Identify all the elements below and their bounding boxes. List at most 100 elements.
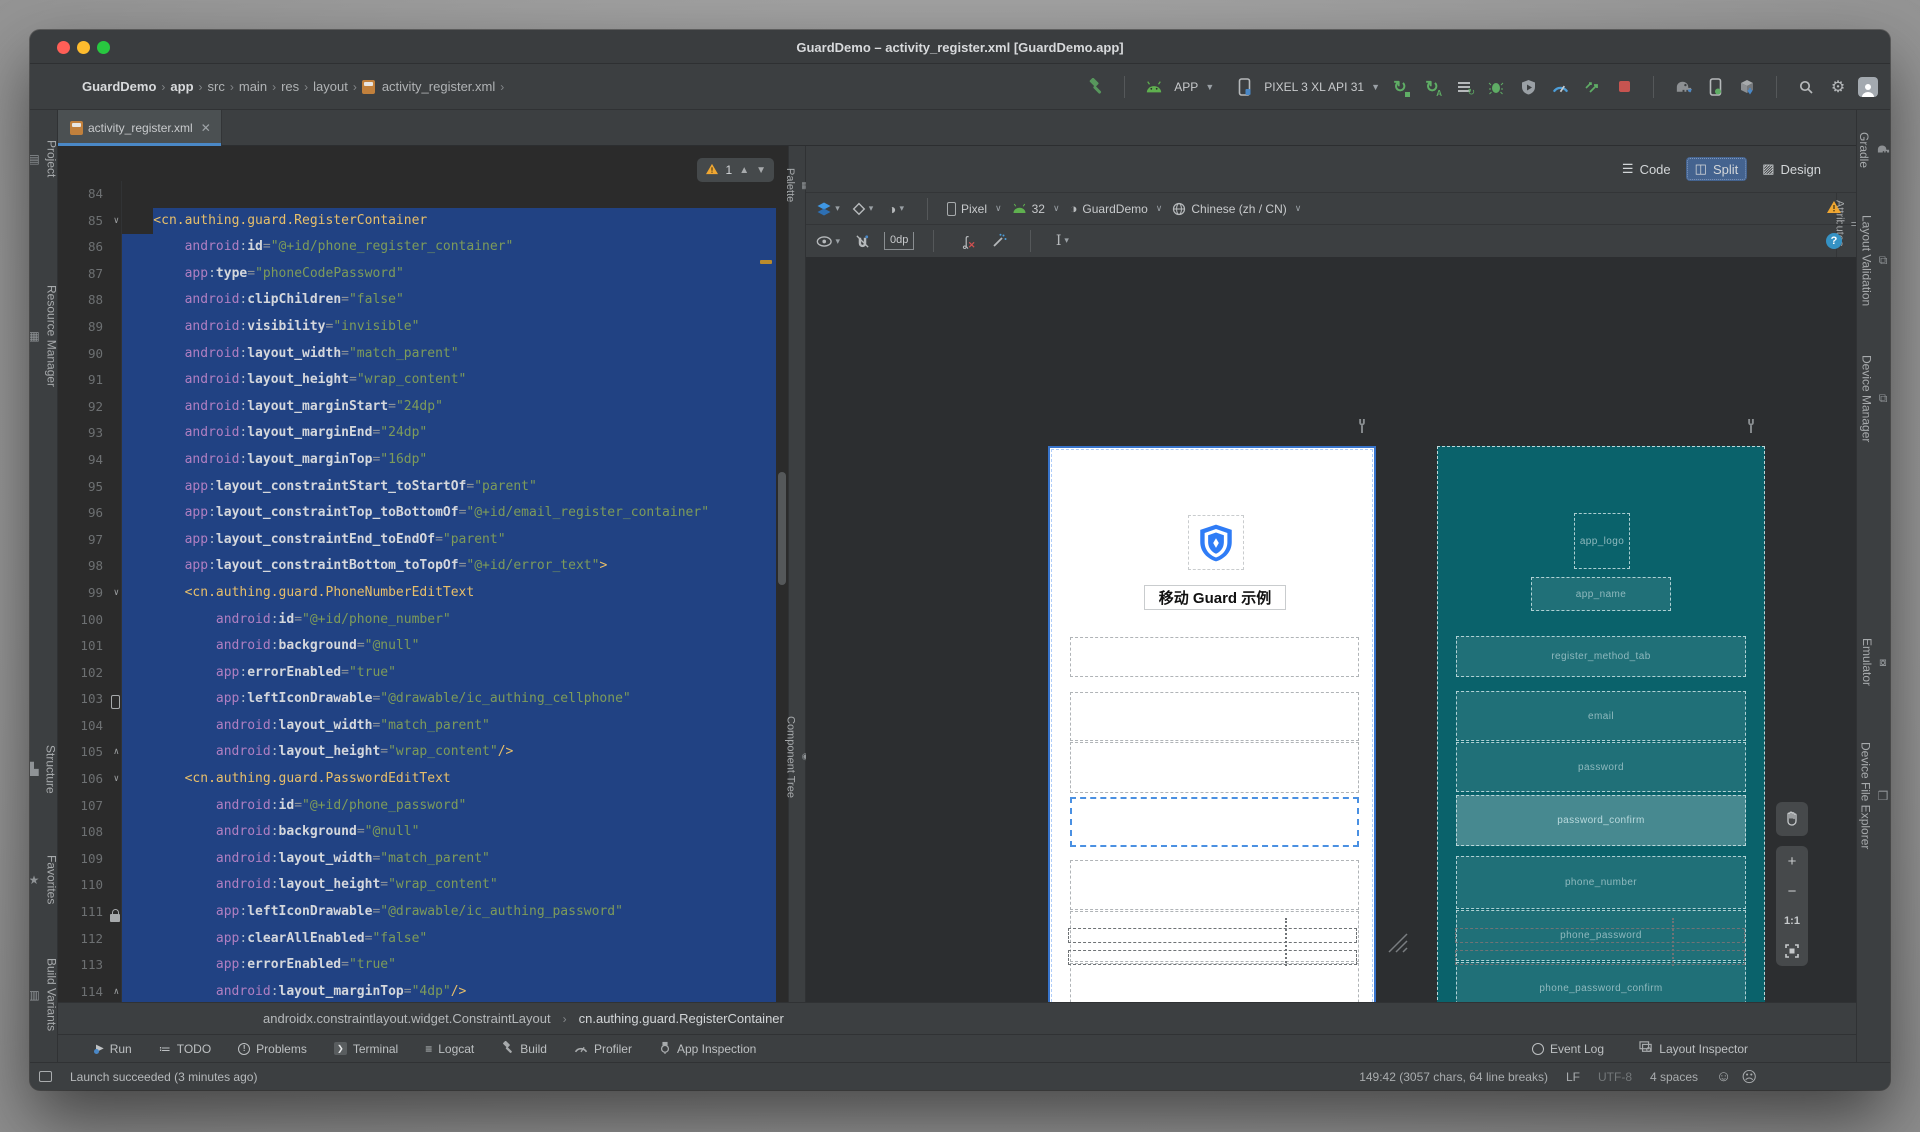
gutter[interactable]: 97 [58,526,122,554]
pack-align-icon[interactable]: I ▾ [1050,229,1074,253]
gutter[interactable]: 109 [58,845,122,873]
settings-gear-icon[interactable]: ⚙ [1826,75,1850,99]
debug-icon[interactable] [1484,75,1508,99]
indent-setting[interactable]: 4 spaces [1650,1070,1698,1084]
frowny-feedback-icon[interactable]: ☹ [1741,1068,1757,1086]
blueprint-box[interactable]: phone_number [1456,856,1746,909]
gutter[interactable]: 89 [58,313,122,341]
code-editor[interactable]: 84 85 ∨ <cn.authing.guard.RegisterContainer… [58,146,788,1002]
app-title-preview[interactable]: 移动 Guard 示例 [1144,585,1286,610]
code-line[interactable]: 114 ∧ android:layout_marginTop="4dp"/> [58,978,776,1002]
night-mode-icon[interactable]: ◑ ▾ [884,197,908,221]
gutter[interactable]: 88 [58,287,122,314]
toolwindow-event-log[interactable]: Event Log [1531,1042,1604,1056]
sidebar-item-build-variants[interactable]: Build Variants ▥ [30,958,59,1031]
view-mode-split[interactable]: ◫ Split [1685,157,1748,181]
gutter[interactable]: 93 [58,420,122,447]
tab-activity-register-xml[interactable]: activity_register.xml ✕ [58,110,222,146]
breadcrumb-item[interactable]: res [281,79,299,94]
code-line[interactable]: 89 android:visibility="invisible" [58,313,776,341]
warning-stripe-mark[interactable] [760,260,772,264]
view-mode-design[interactable]: ▨ Design [1753,157,1830,181]
fold-marker[interactable]: ∧ [114,979,119,1002]
code-line[interactable]: 111 app:leftIconDrawable="@drawable/ic_au… [58,899,776,926]
breadcrumb-item[interactable]: activity_register.xml [382,79,495,94]
code-line[interactable]: 97 app:layout_constraintEnd_toEndOf="pare… [58,526,776,554]
zoom-to-fit-button[interactable] [1776,936,1808,966]
gutter[interactable]: 92 [58,393,122,421]
run-config-dropdown[interactable]: APP ▼ [1174,80,1214,94]
toolwindow-terminal[interactable]: ❯ Terminal [333,1042,398,1056]
code-line[interactable]: 92 android:layout_marginStart="24dp" [58,393,776,421]
gutter[interactable]: 107 [58,792,122,820]
code-line[interactable]: 84 [58,181,776,208]
design-canvas[interactable]: 移动 Guard 示例 app_logo app_name register_m… [806,258,1856,1002]
attach-debugger-icon[interactable] [1580,75,1604,99]
gutter[interactable]: 91 [58,367,122,394]
preview-field-box[interactable] [1070,860,1359,910]
gutter[interactable]: 114 ∧ [58,978,122,1002]
gutter[interactable]: 94 [58,446,122,474]
clear-constraints-icon[interactable]: ʆ ✕ [953,229,977,253]
breadcrumb[interactable]: GuardDemo › app › src › main › res › layout › activi… [80,79,507,94]
gutter[interactable]: 104 [58,712,122,740]
toolwindow-logcat[interactable]: ≡ Logcat [425,1042,474,1056]
sidebar-item-emulator[interactable]: ⧇ Emulator [1860,638,1887,686]
breadcrumb-registercontainer[interactable]: cn.authing.guard.RegisterContainer [579,1011,784,1026]
blueprint-box[interactable]: password_confirm [1456,795,1746,846]
blueprint-box[interactable]: app_name [1531,577,1671,611]
blueprint-box[interactable]: password [1456,742,1746,792]
zoom-actual-size-button[interactable]: 1:1 [1776,906,1808,936]
preview-field-box[interactable] [1070,692,1359,741]
sidebar-item-layout-validation[interactable]: ⧉ Layout Validation [1860,215,1888,306]
pan-hand-button[interactable] [1776,802,1808,836]
prev-issue-icon[interactable]: ▲ [739,165,749,176]
gutter[interactable]: 108 [58,819,122,846]
toolwindow-app-inspection[interactable]: App Inspection [659,1041,756,1057]
code-line[interactable]: 113 app:errorEnabled="true" [58,952,776,979]
toolwindow-todo[interactable]: ≔ TODO [159,1042,211,1056]
gutter[interactable]: 86 [58,234,122,261]
api-selector[interactable]: 32 ∨ [1012,202,1060,216]
breadcrumb-item[interactable]: main [239,79,267,94]
apply-code-changes-icon[interactable]: ↻ A [1420,75,1444,99]
code-line[interactable]: 91 android:layout_height="wrap_content" [58,367,776,394]
gutter[interactable]: 90 [58,340,122,368]
code-line[interactable]: 102 app:errorEnabled="true" [58,659,776,687]
sidebar-item-structure[interactable]: Structure ▙ [30,745,58,794]
preview-field-box[interactable] [1070,637,1359,677]
gutter[interactable]: 113 [58,952,122,979]
toolwindow-build[interactable]: Build [501,1040,547,1057]
sidebar-item-device-file-explorer[interactable]: ❒ Device File Explorer [1859,742,1889,849]
breadcrumb-constraintlayout[interactable]: androidx.constraintlayout.widget.Constra… [263,1011,551,1026]
tool-window-switcher-icon[interactable] [39,1071,52,1082]
code-line[interactable]: 103 app:leftIconDrawable="@drawable/ic_au… [58,686,776,713]
code-line[interactable]: 90 android:layout_width="match_parent" [58,340,776,368]
code-line[interactable]: 101 android:background="@null" [58,633,776,660]
gutter[interactable]: 84 [58,181,122,208]
gradle-sync-icon[interactable] [1671,75,1695,99]
view-mode-code[interactable]: ☰ Code [1613,157,1680,181]
code-line[interactable]: 93 android:layout_marginEnd="24dp" [58,420,776,447]
toolwindow-run[interactable]: ▶ Run [94,1042,132,1056]
gutter[interactable]: 105 ∧ [58,739,122,767]
gutter[interactable]: 112 [58,925,122,953]
gutter[interactable]: 87 [58,260,122,288]
gutter[interactable]: 95 [58,473,122,501]
breadcrumb-item[interactable]: layout [313,79,348,94]
search-icon[interactable] [1794,75,1818,99]
sidebar-item-device-manager[interactable]: ⧉ Device Manager [1860,355,1888,442]
theme-selector[interactable]: ◑ GuardDemo ∨ [1070,201,1163,216]
inspection-widget[interactable]: 1 ▲ ▼ [696,158,774,182]
gutter[interactable]: 98 [58,553,122,580]
fold-marker[interactable]: ∨ [114,580,119,607]
autoconnect-magnet-icon[interactable] [850,229,874,253]
code-line[interactable]: 109 android:layout_width="match_parent" [58,845,776,873]
render-warning-icon[interactable] [1826,200,1842,217]
preview-field-box[interactable] [1070,742,1359,793]
line-separator[interactable]: LF [1566,1070,1580,1084]
apply-changes-icon[interactable]: ↻ [1388,75,1412,99]
close-tab-icon[interactable]: ✕ [201,121,211,135]
toolwindow-profiler[interactable]: Profiler [574,1042,632,1056]
gutter[interactable]: 85 ∨ [58,207,122,235]
